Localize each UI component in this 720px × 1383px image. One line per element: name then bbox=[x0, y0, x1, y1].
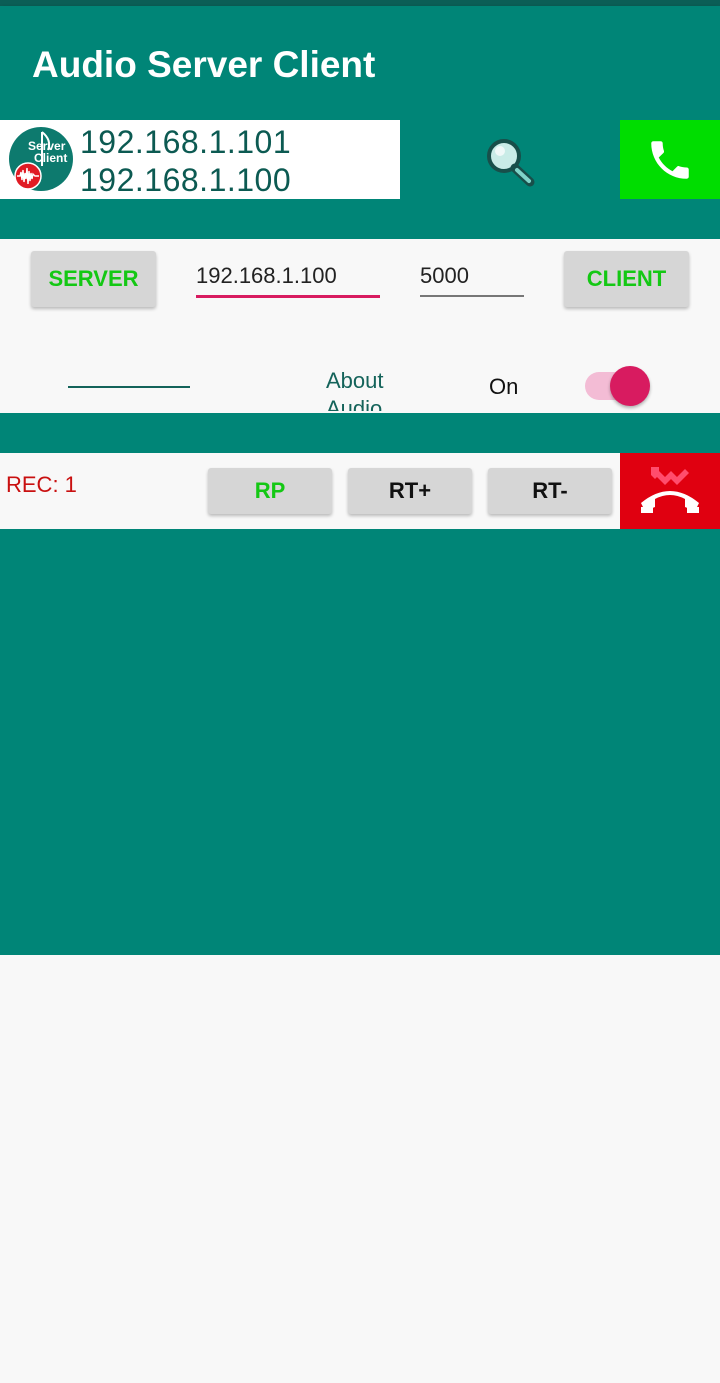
toggle-thumb[interactable] bbox=[610, 366, 650, 406]
blank-field[interactable] bbox=[68, 386, 190, 388]
call-button[interactable] bbox=[620, 120, 720, 199]
ip-input[interactable]: 192.168.1.100 bbox=[196, 263, 380, 298]
remote-ip-text: 192.168.1.100 bbox=[80, 162, 292, 198]
server-button[interactable]: SERVER bbox=[31, 251, 156, 307]
hang-up-icon bbox=[641, 467, 699, 513]
content-area bbox=[0, 529, 720, 955]
port-input[interactable]: 5000 bbox=[420, 263, 524, 297]
app-title: Audio Server Client bbox=[32, 44, 376, 85]
divider-band bbox=[0, 413, 720, 453]
rp-button[interactable]: RP bbox=[208, 468, 332, 514]
search-icon[interactable] bbox=[480, 133, 540, 193]
control-panel: SERVER 192.168.1.100 5000 CLIENT About A… bbox=[0, 239, 720, 413]
recording-row: REC: 1 RP RT+ RT- bbox=[0, 453, 720, 529]
client-button[interactable]: CLIENT bbox=[564, 251, 689, 307]
local-ip-text: 192.168.1.101 bbox=[80, 124, 292, 160]
toggle-label: On bbox=[489, 374, 519, 399]
rt-minus-button[interactable]: RT- bbox=[488, 468, 612, 514]
rec-status: REC: 1 bbox=[6, 472, 77, 497]
phone-icon bbox=[651, 140, 689, 179]
logo-text-client: Client bbox=[34, 151, 67, 165]
app-logo-icon: Server Client bbox=[9, 127, 73, 191]
about-audio-link[interactable]: About Audio bbox=[326, 367, 406, 411]
hang-up-button[interactable] bbox=[620, 453, 720, 529]
rt-plus-button[interactable]: RT+ bbox=[348, 468, 472, 514]
app-bar: Audio Server Client bbox=[0, 6, 720, 119]
